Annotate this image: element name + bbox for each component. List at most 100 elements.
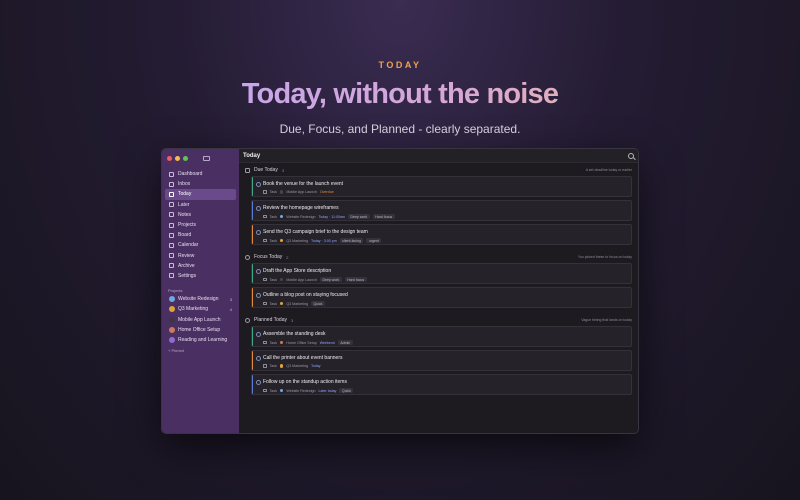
- sidebar-project[interactable]: Reading and Learning: [165, 335, 236, 345]
- section-focus-today[interactable]: Focus Today 2 You picked these to focus …: [239, 251, 638, 263]
- task-checkbox[interactable]: [256, 182, 261, 187]
- task-type-icon: [263, 301, 267, 306]
- hero-eyebrow: TODAY: [378, 60, 422, 70]
- task-tag: Hard focus: [372, 214, 395, 219]
- sidebar-item-dashboard[interactable]: Dashboard: [165, 169, 236, 179]
- sidebar-item-today[interactable]: Today: [165, 189, 236, 200]
- task-checkbox[interactable]: [256, 293, 261, 298]
- due-task-list: Book the venue for the launch event Task M…: [239, 176, 638, 245]
- minimize-window-button[interactable]: [175, 156, 180, 161]
- task-type-icon: [263, 214, 267, 219]
- task-card[interactable]: Review the homepage wireframes Task Websit…: [251, 200, 632, 221]
- task-type-icon: [263, 277, 267, 282]
- board-icon: [169, 232, 174, 238]
- sidebar-item-label: Review: [178, 252, 195, 259]
- task-tag: client-facing: [339, 238, 364, 243]
- zoom-window-button[interactable]: [183, 156, 188, 161]
- task-meta: Task Mobile App Launch Overdue: [263, 190, 631, 194]
- task-checkbox[interactable]: [256, 269, 261, 274]
- project-count: 3: [229, 296, 232, 302]
- task-meta: Task Q3 Marketing Today: [263, 364, 631, 368]
- sidebar-toggle-icon[interactable]: [203, 156, 210, 161]
- task-tag: Admin: [337, 340, 353, 345]
- task-type-icon: [263, 364, 267, 368]
- sidebar-item-later[interactable]: Later: [165, 200, 236, 210]
- sidebar-item-board[interactable]: Board: [165, 230, 236, 240]
- sidebar-item-label: Settings: [178, 272, 197, 279]
- task-type: Task: [269, 214, 277, 219]
- project-icon: [279, 238, 284, 243]
- pinned-toggle[interactable]: + Pinned: [168, 348, 239, 353]
- task-date: Later today: [318, 388, 337, 393]
- project-icon: [169, 326, 175, 333]
- task-meta: Task Website Redesign Later today Quick: [263, 388, 631, 393]
- sidebar-item-inbox[interactable]: Inbox: [165, 179, 236, 189]
- task-checkbox[interactable]: [256, 380, 261, 385]
- sidebar-item-label: Projects: [178, 222, 197, 229]
- task-project: Mobile App Launch: [286, 277, 317, 282]
- project-label: Q3 Marketing: [178, 306, 209, 313]
- sidebar-item-label: Inbox: [178, 181, 191, 188]
- task-checkbox[interactable]: [256, 332, 261, 337]
- task-card[interactable]: Call the printer about event banners Task…: [251, 350, 632, 371]
- main-content: Today Due Today 3 A set deadline today o…: [239, 149, 638, 433]
- task-meta: Task Q3 Marketing Today · 3:00 pm client-fa…: [263, 238, 631, 243]
- task-card[interactable]: Draft the App Store description Task Mobil…: [251, 263, 632, 284]
- task-card[interactable]: Follow up on the standup action items Tas…: [251, 374, 632, 395]
- section-due-today[interactable]: Due Today 3 A set deadline today or earl…: [239, 164, 638, 176]
- sidebar-item-settings[interactable]: Settings: [165, 271, 236, 281]
- sidebar-project[interactable]: Mobile App Launch: [165, 314, 236, 324]
- task-type: Task: [269, 340, 277, 345]
- sidebar-item-review[interactable]: Review: [165, 251, 236, 261]
- task-title: Book the venue for the launch event: [263, 181, 344, 187]
- archive-icon: [169, 263, 174, 269]
- sidebar-project[interactable]: Q3 Marketing 4: [165, 304, 236, 314]
- planned-task-list: Assemble the standing desk Task Home Offic…: [239, 326, 638, 395]
- task-tag: Quick: [310, 301, 325, 306]
- task-title: Call the printer about event banners: [263, 355, 343, 361]
- sidebar-item-projects[interactable]: Projects: [165, 220, 236, 230]
- task-card[interactable]: Assemble the standing desk Task Home Offic…: [251, 326, 632, 347]
- section-title: Due Today: [254, 167, 278, 173]
- task-type: Task: [269, 190, 277, 194]
- project-icon: [169, 306, 175, 313]
- task-checkbox[interactable]: [256, 206, 261, 211]
- task-card[interactable]: Book the venue for the launch event Task M…: [251, 176, 632, 197]
- task-card[interactable]: Send the Q3 campaign brief to the design…: [251, 224, 632, 245]
- task-type-icon: [263, 238, 267, 243]
- task-type: Task: [269, 388, 277, 393]
- task-tag: Hard focus: [344, 277, 367, 282]
- task-title: Review the homepage wireframes: [263, 205, 339, 211]
- sidebar-project[interactable]: Home Office Setup: [165, 325, 236, 335]
- project-icon: [279, 214, 284, 219]
- task-title: Follow up on the standup action items: [263, 379, 347, 385]
- project-label: Reading and Learning: [178, 336, 228, 343]
- sidebar-item-notes[interactable]: Notes: [165, 210, 236, 220]
- sidebar-item-label: Today: [178, 191, 192, 198]
- project-icon: [169, 336, 175, 343]
- project-icon: [279, 301, 284, 306]
- sidebar-item-calendar[interactable]: Calendar: [165, 240, 236, 250]
- section-count: 2: [286, 254, 289, 260]
- projects-list: Website Redesign 3 Q3 Marketing 4 Mobile App…: [162, 294, 239, 345]
- task-tag: Deep work: [348, 214, 370, 219]
- task-checkbox[interactable]: [256, 230, 261, 235]
- search-icon[interactable]: [628, 152, 634, 159]
- task-card[interactable]: Outline a blog post on staying focused Ta…: [251, 287, 632, 308]
- task-type: Task: [269, 238, 277, 243]
- task-type-icon: [263, 190, 267, 194]
- sidebar-project[interactable]: Website Redesign 3: [165, 294, 236, 304]
- close-window-button[interactable]: [167, 156, 172, 161]
- projects-label: Projects: [168, 288, 183, 294]
- sidebar-item-label: Dashboard: [178, 171, 203, 178]
- star-icon: [245, 254, 250, 260]
- project-label: Mobile App Launch: [178, 316, 221, 323]
- project-icon: [279, 388, 284, 393]
- window-controls: [162, 153, 239, 164]
- task-checkbox[interactable]: [256, 356, 261, 361]
- project-label: Website Redesign: [178, 296, 219, 303]
- section-title: Planned Today: [254, 317, 287, 323]
- section-planned-today[interactable]: Planned Today 3 Vague timing that lands …: [239, 314, 638, 326]
- sidebar-item-archive[interactable]: Archive: [165, 261, 236, 271]
- task-date: Today: [310, 364, 321, 368]
